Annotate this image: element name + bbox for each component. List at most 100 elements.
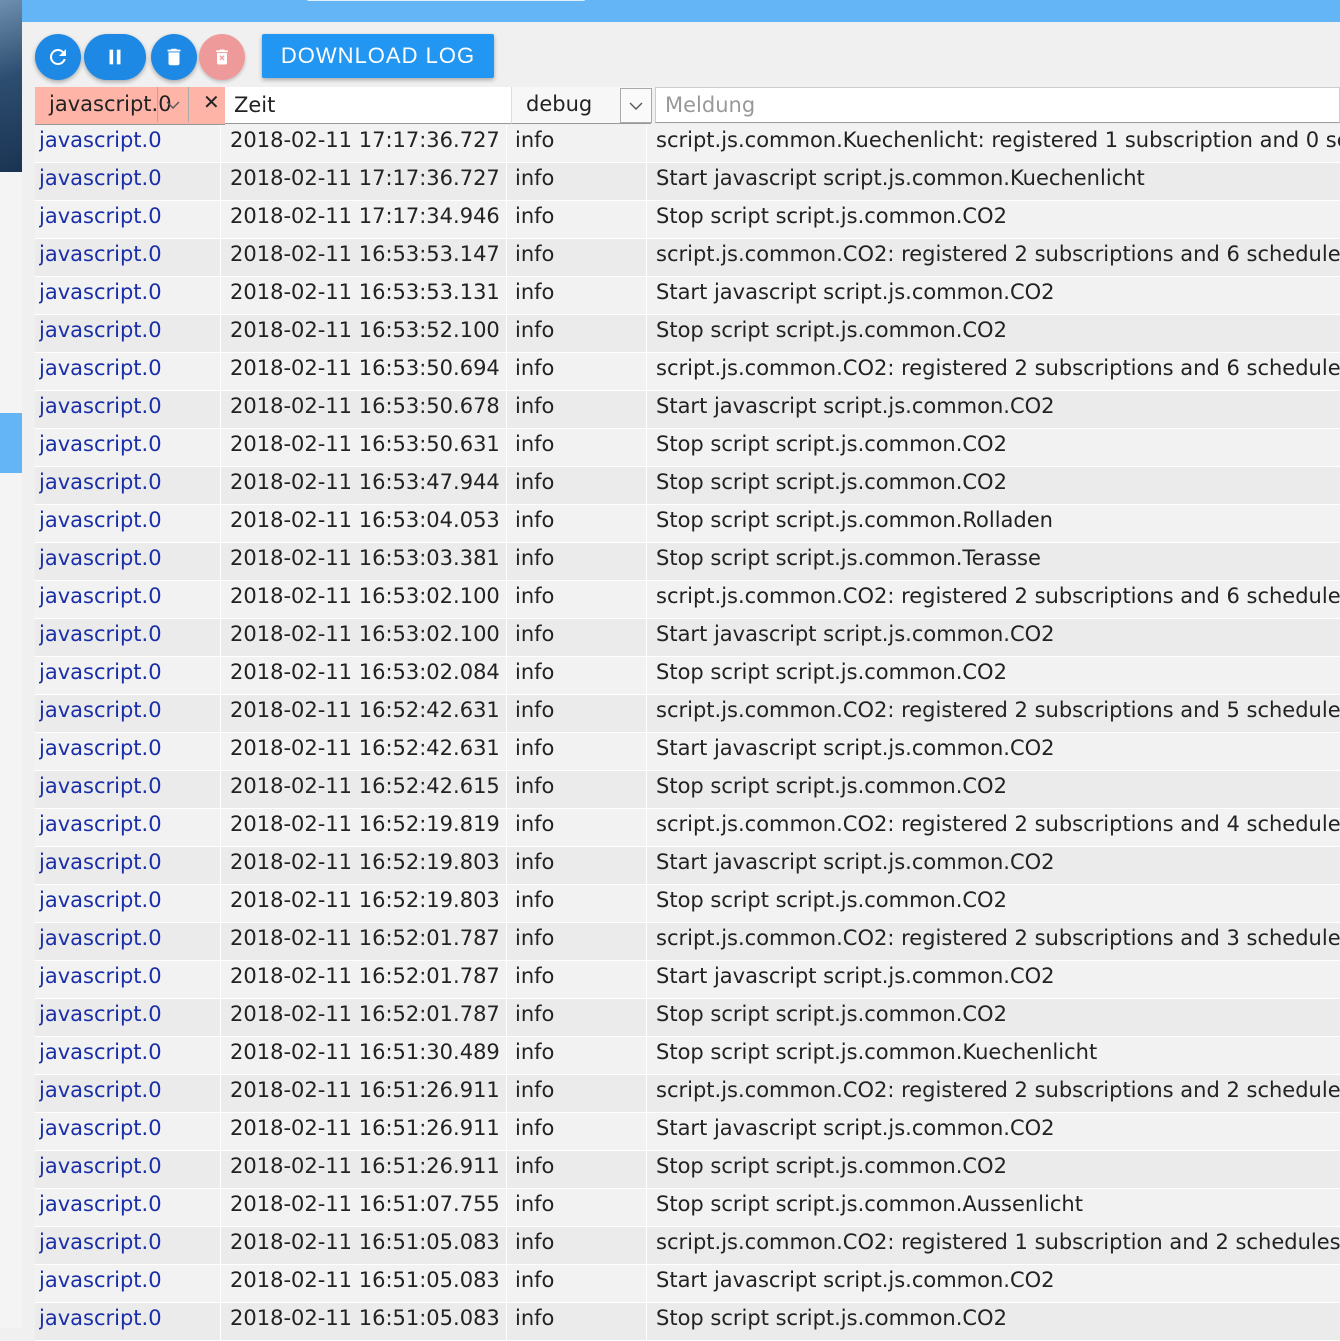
top-bar-field[interactable] — [306, 0, 586, 1]
log-source: javascript.0 — [39, 356, 162, 380]
log-time: 2018-02-11 16:51:26.911 — [220, 1113, 516, 1150]
time-filter[interactable] — [225, 87, 512, 124]
log-message: script.js.common.CO2: registered 1 subsc… — [646, 1227, 1340, 1264]
log-row[interactable]: javascript.0 2018-02-11 16:53:53.131 info S… — [35, 277, 1340, 315]
log-source: javascript.0 — [39, 622, 162, 646]
delete-all-logs-button[interactable] — [199, 34, 245, 80]
log-row[interactable]: javascript.0 2018-02-11 16:52:01.787 info S… — [35, 961, 1340, 999]
log-source: javascript.0 — [39, 242, 162, 266]
log-source: javascript.0 — [39, 1230, 162, 1254]
log-row[interactable]: javascript.0 2018-02-11 16:52:01.787 info s… — [35, 923, 1340, 961]
log-row[interactable]: javascript.0 2018-02-11 16:53:04.053 info S… — [35, 505, 1340, 543]
log-row[interactable]: javascript.0 2018-02-11 16:51:30.489 info S… — [35, 1037, 1340, 1075]
refresh-button[interactable] — [35, 34, 81, 80]
pause-icon — [109, 49, 121, 65]
log-severity: info — [506, 885, 655, 922]
log-message: Stop script script.js.common.CO2 — [646, 885, 1340, 922]
log-severity: info — [506, 1189, 655, 1226]
log-time: 2018-02-11 16:52:01.787 — [220, 923, 516, 960]
log-message: Start javascript script.js.common.CO2 — [646, 1265, 1340, 1302]
log-time: 2018-02-11 16:53:53.131 — [220, 277, 516, 314]
log-source: javascript.0 — [39, 926, 162, 950]
log-message: script.js.common.CO2: registered 2 subsc… — [646, 353, 1340, 390]
log-row[interactable]: javascript.0 2018-02-11 16:51:26.911 info S… — [35, 1151, 1340, 1189]
log-row[interactable]: javascript.0 2018-02-11 16:53:02.100 info s… — [35, 581, 1340, 619]
trash-x-icon — [216, 49, 228, 65]
log-row[interactable]: javascript.0 2018-02-11 16:51:05.083 info S… — [35, 1265, 1340, 1303]
log-source: javascript.0 — [39, 660, 162, 684]
log-row[interactable]: javascript.0 2018-02-11 16:52:42.615 info S… — [35, 771, 1340, 809]
log-row[interactable]: javascript.0 2018-02-11 16:51:26.911 info s… — [35, 1075, 1340, 1113]
log-message: Stop script script.js.common.CO2 — [646, 771, 1340, 808]
log-row[interactable]: javascript.0 2018-02-11 16:53:53.147 info s… — [35, 239, 1340, 277]
log-source: javascript.0 — [39, 394, 162, 418]
log-message: script.js.common.CO2: registered 2 subsc… — [646, 923, 1340, 960]
log-severity: info — [506, 1265, 655, 1302]
log-row[interactable]: javascript.0 2018-02-11 16:53:50.631 info S… — [35, 429, 1340, 467]
log-source: javascript.0 — [39, 1116, 162, 1140]
log-time: 2018-02-11 16:52:19.819 — [220, 809, 516, 846]
log-time: 2018-02-11 16:53:04.053 — [220, 505, 516, 542]
level-filter[interactable]: debug — [512, 87, 652, 124]
log-source: javascript.0 — [39, 1154, 162, 1178]
log-time: 2018-02-11 16:53:53.147 — [220, 239, 516, 276]
level-filter-dropdown[interactable] — [620, 88, 652, 123]
log-row[interactable]: javascript.0 2018-02-11 16:53:47.944 info S… — [35, 467, 1340, 505]
log-time: 2018-02-11 16:52:42.631 — [220, 733, 516, 770]
log-source: javascript.0 — [39, 1078, 162, 1102]
log-row[interactable]: javascript.0 2018-02-11 16:53:03.381 info S… — [35, 543, 1340, 581]
log-source: javascript.0 — [39, 964, 162, 988]
log-row[interactable]: javascript.0 2018-02-11 16:52:19.803 info S… — [35, 847, 1340, 885]
log-row[interactable]: javascript.0 2018-02-11 16:52:19.803 info S… — [35, 885, 1340, 923]
log-row[interactable]: javascript.0 2018-02-11 16:51:26.911 info S… — [35, 1113, 1340, 1151]
background-accent — [0, 413, 22, 473]
log-severity: info — [506, 1037, 655, 1074]
log-time: 2018-02-11 16:51:05.083 — [220, 1303, 516, 1340]
source-filter-dropdown[interactable] — [157, 87, 189, 122]
message-filter-input[interactable] — [656, 88, 1339, 122]
log-row[interactable]: javascript.0 2018-02-11 16:53:52.100 info S… — [35, 315, 1340, 353]
log-row[interactable]: javascript.0 2018-02-11 16:53:02.100 info S… — [35, 619, 1340, 657]
log-severity: info — [506, 999, 655, 1036]
log-severity: info — [506, 1151, 655, 1188]
log-message: script.js.common.CO2: registered 2 subsc… — [646, 695, 1340, 732]
log-row[interactable]: javascript.0 2018-02-11 16:51:05.083 info S… — [35, 1303, 1340, 1341]
log-severity: info — [506, 1113, 655, 1150]
log-time: 2018-02-11 16:53:50.694 — [220, 353, 516, 390]
log-row[interactable]: javascript.0 2018-02-11 16:53:50.678 info S… — [35, 391, 1340, 429]
source-filter[interactable]: javascript.0 ✕ — [35, 87, 225, 125]
log-row[interactable]: javascript.0 2018-02-11 16:51:07.755 info S… — [35, 1189, 1340, 1227]
log-row[interactable]: javascript.0 2018-02-11 17:17:36.727 info s… — [35, 125, 1340, 163]
log-row[interactable]: javascript.0 2018-02-11 16:53:50.694 info s… — [35, 353, 1340, 391]
log-time: 2018-02-11 16:53:02.100 — [220, 581, 516, 618]
chevron-down-icon — [629, 102, 643, 110]
log-row[interactable]: javascript.0 2018-02-11 17:17:36.727 info S… — [35, 163, 1340, 201]
close-icon[interactable]: ✕ — [203, 90, 220, 114]
log-severity: info — [506, 581, 655, 618]
log-source: javascript.0 — [39, 698, 162, 722]
log-severity: info — [506, 391, 655, 428]
log-row[interactable]: javascript.0 2018-02-11 17:17:34.946 info S… — [35, 201, 1340, 239]
log-row[interactable]: javascript.0 2018-02-11 16:52:42.631 info s… — [35, 695, 1340, 733]
log-message: Start javascript script.js.common.CO2 — [646, 847, 1340, 884]
log-message: Start javascript script.js.common.CO2 — [646, 961, 1340, 998]
log-time: 2018-02-11 16:52:01.787 — [220, 961, 516, 998]
log-row[interactable]: javascript.0 2018-02-11 16:52:42.631 info S… — [35, 733, 1340, 771]
log-severity: info — [506, 315, 655, 352]
message-filter[interactable] — [655, 87, 1340, 123]
log-message: script.js.common.Kuechenlicht: registere… — [646, 125, 1340, 162]
log-time: 2018-02-11 16:53:47.944 — [220, 467, 516, 504]
log-row[interactable]: javascript.0 2018-02-11 16:51:05.083 info s… — [35, 1227, 1340, 1265]
pause-button[interactable] — [84, 34, 146, 80]
log-time: 2018-02-11 16:52:42.631 — [220, 695, 516, 732]
download-log-button[interactable]: DOWNLOAD LOG — [262, 34, 494, 78]
log-severity: info — [506, 809, 655, 846]
log-time: 2018-02-11 17:17:36.727 — [220, 125, 516, 162]
time-filter-input[interactable] — [225, 87, 511, 123]
log-row[interactable]: javascript.0 2018-02-11 16:52:19.819 info s… — [35, 809, 1340, 847]
log-row[interactable]: javascript.0 2018-02-11 16:53:02.084 info S… — [35, 657, 1340, 695]
log-source: javascript.0 — [39, 584, 162, 608]
top-bar — [22, 0, 1340, 22]
delete-log-button[interactable] — [151, 34, 197, 80]
log-row[interactable]: javascript.0 2018-02-11 16:52:01.787 info S… — [35, 999, 1340, 1037]
